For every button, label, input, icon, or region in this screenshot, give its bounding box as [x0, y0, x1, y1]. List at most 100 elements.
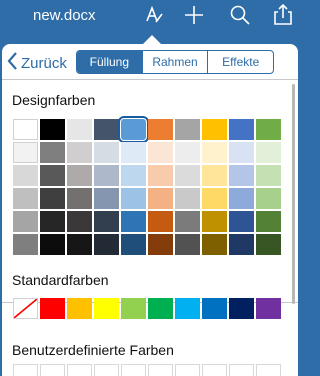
theme-color-swatch[interactable]: [121, 188, 146, 209]
standard-color-swatch[interactable]: [202, 298, 227, 319]
theme-color-swatch[interactable]: [229, 188, 254, 209]
theme-color-swatch[interactable]: [40, 142, 65, 163]
custom-color-slot[interactable]: [148, 364, 173, 376]
custom-color-slot[interactable]: [175, 364, 200, 376]
custom-color-slot[interactable]: [13, 364, 38, 376]
no-color-swatch[interactable]: [13, 298, 38, 319]
theme-color-swatch[interactable]: [40, 188, 65, 209]
add-icon[interactable]: [183, 4, 205, 26]
search-icon[interactable]: [229, 4, 251, 26]
theme-color-swatch[interactable]: [121, 211, 146, 232]
theme-color-swatch[interactable]: [118, 116, 149, 143]
theme-color-swatch[interactable]: [175, 142, 200, 163]
theme-color-swatch[interactable]: [121, 165, 146, 186]
design-colors-heading: Designfarben: [12, 92, 96, 108]
theme-color-swatch[interactable]: [94, 211, 119, 232]
theme-color-swatch[interactable]: [94, 119, 119, 140]
custom-color-slot[interactable]: [67, 364, 92, 376]
theme-color-swatch[interactable]: [67, 211, 92, 232]
theme-color-swatch[interactable]: [148, 211, 173, 232]
back-button[interactable]: Zurück: [6, 51, 67, 75]
theme-color-swatch[interactable]: [40, 119, 65, 140]
custom-color-slot[interactable]: [202, 364, 227, 376]
theme-color-swatch[interactable]: [202, 119, 227, 140]
theme-color-swatch[interactable]: [148, 165, 173, 186]
standard-colors-heading: Standardfarben: [12, 272, 109, 288]
standard-color-swatch[interactable]: [94, 298, 119, 319]
theme-color-swatch[interactable]: [148, 119, 173, 140]
theme-color-swatch[interactable]: [94, 188, 119, 209]
custom-color-slot[interactable]: [40, 364, 65, 376]
theme-color-swatch[interactable]: [13, 234, 38, 255]
theme-color-swatch[interactable]: [13, 142, 38, 163]
theme-color-swatch[interactable]: [229, 165, 254, 186]
theme-color-swatch[interactable]: [148, 142, 173, 163]
theme-color-swatch[interactable]: [202, 211, 227, 232]
format-tabs: Füllung Rahmen Effekte: [76, 50, 274, 74]
theme-color-swatch[interactable]: [40, 165, 65, 186]
theme-color-swatch[interactable]: [67, 165, 92, 186]
theme-color-swatch[interactable]: [256, 165, 281, 186]
theme-color-swatch[interactable]: [175, 119, 200, 140]
back-label: Zurück: [21, 54, 67, 72]
theme-color-swatch[interactable]: [67, 119, 92, 140]
standard-color-swatch[interactable]: [40, 298, 65, 319]
theme-color-swatch[interactable]: [175, 188, 200, 209]
standard-color-swatch[interactable]: [229, 298, 254, 319]
custom-color-slot[interactable]: [121, 364, 146, 376]
standard-color-swatch[interactable]: [175, 298, 200, 319]
theme-color-swatch[interactable]: [229, 119, 254, 140]
text-format-icon[interactable]: [143, 4, 165, 26]
theme-color-swatch[interactable]: [67, 234, 92, 255]
theme-color-swatch[interactable]: [13, 119, 38, 140]
theme-color-swatch[interactable]: [175, 234, 200, 255]
theme-color-swatch[interactable]: [256, 142, 281, 163]
standard-color-swatch[interactable]: [67, 298, 92, 319]
theme-color-swatch[interactable]: [202, 142, 227, 163]
theme-color-swatch[interactable]: [13, 188, 38, 209]
tab-border[interactable]: Rahmen: [141, 51, 208, 73]
theme-color-swatch[interactable]: [229, 142, 254, 163]
theme-color-swatch[interactable]: [148, 234, 173, 255]
custom-color-slot[interactable]: [229, 364, 254, 376]
theme-color-swatch[interactable]: [13, 211, 38, 232]
theme-color-swatch[interactable]: [256, 234, 281, 255]
theme-color-swatch[interactable]: [256, 211, 281, 232]
theme-color-swatch[interactable]: [229, 211, 254, 232]
chevron-left-icon: [6, 51, 18, 76]
theme-color-swatch[interactable]: [202, 165, 227, 186]
share-icon[interactable]: [272, 3, 294, 26]
popover-arrow: [143, 35, 161, 44]
theme-color-swatch[interactable]: [148, 188, 173, 209]
theme-color-swatch[interactable]: [256, 188, 281, 209]
theme-color-swatch[interactable]: [13, 165, 38, 186]
theme-color-swatch[interactable]: [202, 188, 227, 209]
standard-color-swatch[interactable]: [148, 298, 173, 319]
theme-color-swatch[interactable]: [67, 142, 92, 163]
app-toolbar: new.docx: [0, 0, 300, 44]
theme-color-swatch[interactable]: [121, 142, 146, 163]
theme-color-swatch[interactable]: [121, 234, 146, 255]
theme-color-swatch[interactable]: [94, 165, 119, 186]
custom-color-slot[interactable]: [94, 364, 119, 376]
theme-color-swatch[interactable]: [175, 165, 200, 186]
scrollbar[interactable]: [292, 84, 295, 304]
theme-color-swatch[interactable]: [256, 119, 281, 140]
theme-color-swatch[interactable]: [202, 234, 227, 255]
theme-color-swatch[interactable]: [175, 211, 200, 232]
tab-fill[interactable]: Füllung: [77, 51, 142, 73]
standard-color-swatch[interactable]: [121, 298, 146, 319]
theme-color-swatch[interactable]: [67, 188, 92, 209]
custom-color-slot[interactable]: [256, 364, 281, 376]
tab-effects[interactable]: Effekte: [207, 51, 273, 73]
standard-color-swatch[interactable]: [256, 298, 281, 319]
format-shape-panel: Zurück Füllung Rahmen Effekte Designfarb…: [2, 44, 298, 376]
theme-color-swatch[interactable]: [40, 211, 65, 232]
theme-color-swatch[interactable]: [40, 234, 65, 255]
theme-color-swatch[interactable]: [94, 234, 119, 255]
theme-color-swatch[interactable]: [229, 234, 254, 255]
theme-color-grid: [13, 116, 281, 255]
standard-color-row: [13, 298, 281, 319]
document-title[interactable]: new.docx: [33, 7, 96, 24]
theme-color-swatch[interactable]: [94, 142, 119, 163]
